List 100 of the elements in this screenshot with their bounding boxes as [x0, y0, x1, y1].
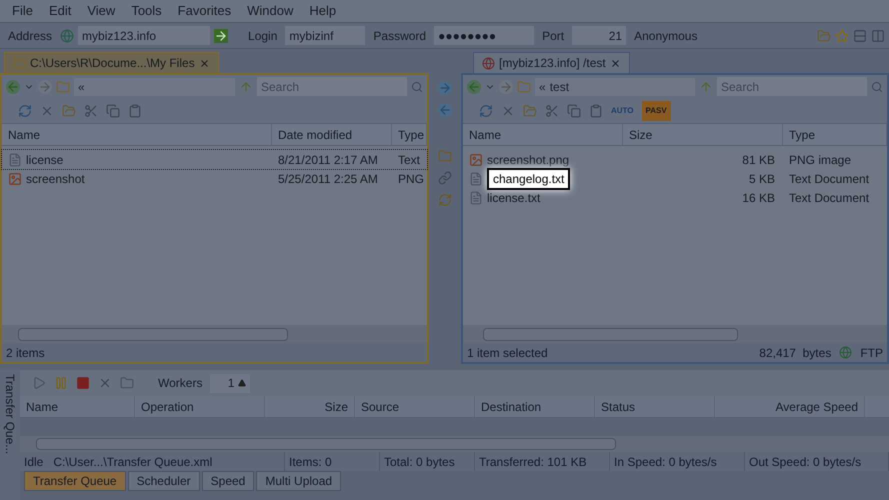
size-cell-text: 5 KB — [748, 170, 776, 188]
cut-button[interactable] — [84, 104, 98, 118]
address-field[interactable]: mybiz123.info — [78, 26, 210, 45]
path-field[interactable]: « — [74, 78, 235, 96]
size-cell-text: 81 KB — [741, 152, 776, 168]
close-icon[interactable] — [610, 58, 621, 68]
vertical-layout-button[interactable] — [871, 28, 885, 42]
file-name[interactable]: screenshot.png — [487, 150, 570, 168]
menu-item[interactable]: File — [12, 1, 33, 21]
globe-button[interactable] — [60, 28, 74, 42]
menu-item[interactable]: Tools — [131, 1, 162, 21]
stop-button[interactable] — [76, 376, 90, 390]
link-button[interactable] — [438, 171, 452, 185]
horizontal-scrollbar[interactable] — [36, 438, 616, 450]
type-cell-text: Text Document — [788, 190, 870, 206]
workers-spinner[interactable]: 1 — [210, 374, 250, 392]
column-header[interactable]: Status — [595, 396, 715, 417]
copy-button[interactable] — [106, 104, 120, 118]
search-icon[interactable] — [871, 80, 883, 92]
refresh-button[interactable] — [18, 104, 32, 118]
port-field[interactable]: 21 — [572, 26, 626, 45]
paste-button[interactable] — [128, 104, 142, 118]
password-field[interactable]: ●●●●●●●● — [434, 26, 534, 45]
address-label: Address — [7, 28, 54, 44]
column-header[interactable]: Destination — [475, 396, 595, 417]
folder-icon[interactable] — [517, 80, 531, 94]
download-button[interactable] — [438, 103, 452, 117]
type-cell-text: PNG — [397, 170, 426, 188]
date-cell-text: 8/21/2011 2:17 AM — [277, 152, 379, 168]
column-header[interactable]: Name — [2, 124, 272, 145]
file-name[interactable]: license — [26, 150, 64, 168]
search-icon[interactable] — [411, 80, 423, 92]
file-name[interactable]: screenshot — [26, 170, 85, 188]
menu-item[interactable]: Window — [247, 1, 294, 21]
column-header[interactable]: Average Speed — [715, 396, 865, 417]
column-header[interactable]: Name — [20, 396, 135, 417]
auto-button[interactable]: AUTO — [611, 104, 634, 116]
image-file-icon — [469, 152, 483, 166]
horizontal-layout-button[interactable] — [853, 28, 867, 42]
status-text: 1 item selected — [467, 344, 549, 362]
search-field[interactable]: Search — [257, 77, 407, 96]
size-cell-text: 16 KB — [741, 190, 776, 206]
column-header[interactable]: Type — [783, 124, 887, 145]
file-name[interactable]: changelog.txt — [487, 168, 570, 190]
folder-button[interactable] — [120, 376, 134, 390]
image-file-icon — [8, 172, 22, 186]
bottom-tab[interactable]: Transfer Queue — [24, 471, 126, 491]
go-button[interactable] — [214, 28, 228, 42]
favorites-button[interactable] — [835, 28, 849, 42]
refresh-button[interactable] — [479, 104, 493, 118]
text-file-icon — [8, 152, 22, 166]
text-file-icon — [469, 172, 483, 186]
open-folder-button[interactable] — [817, 28, 831, 42]
path-field[interactable]: « test — [535, 78, 695, 96]
up-folder-button[interactable] — [239, 80, 253, 94]
back-button[interactable] — [6, 80, 20, 94]
column-header[interactable]: Type — [392, 124, 427, 145]
globe-icon — [482, 56, 495, 70]
login-field[interactable]: mybizinf — [285, 26, 366, 45]
remove-button[interactable] — [98, 376, 112, 390]
file-name[interactable]: license.txt — [487, 188, 540, 206]
close-icon[interactable] — [198, 58, 210, 68]
forward-button[interactable] — [499, 80, 513, 94]
globe-icon — [839, 346, 852, 359]
sync-button[interactable] — [438, 193, 452, 207]
menu-item[interactable]: View — [87, 1, 116, 21]
column-header[interactable]: Operation — [135, 396, 265, 417]
bottom-tab[interactable]: Scheduler — [128, 471, 200, 491]
column-header[interactable]: Size — [265, 396, 355, 417]
cut-button[interactable] — [545, 104, 559, 118]
folder-icon[interactable] — [56, 80, 70, 94]
horizontal-scrollbar[interactable] — [18, 328, 288, 340]
back-button[interactable] — [467, 80, 481, 94]
pasv-button[interactable]: PASV — [642, 100, 671, 120]
local-tab[interactable]: C:\Users\R\Docume...\My Files — [4, 52, 219, 73]
workers-label: Workers — [158, 375, 202, 392]
horizontal-scrollbar[interactable] — [483, 328, 738, 340]
column-header[interactable]: Source — [355, 396, 475, 417]
pause-button[interactable] — [54, 376, 68, 390]
bottom-tab[interactable]: Multi Upload — [256, 471, 342, 491]
column-header[interactable]: Size — [623, 124, 783, 145]
up-folder-button[interactable] — [699, 80, 713, 94]
login-label: Login — [247, 28, 278, 44]
start-button[interactable] — [32, 376, 46, 390]
paste-button[interactable] — [589, 104, 603, 118]
anonymous-toggle[interactable]: Anonymous — [630, 26, 702, 44]
copy-button[interactable] — [567, 104, 581, 118]
new-folder-button[interactable] — [62, 104, 76, 118]
column-header[interactable]: Name — [463, 124, 623, 145]
search-field[interactable]: Search — [717, 77, 867, 96]
column-header[interactable]: Date modified — [272, 124, 392, 145]
upload-button[interactable] — [438, 81, 452, 95]
forward-button[interactable] — [38, 80, 52, 94]
menu-item[interactable]: Favorites — [178, 1, 232, 21]
menu-item[interactable]: Help — [309, 1, 336, 21]
menu-item[interactable]: Edit — [48, 1, 72, 21]
type-cell-text: Text Document — [788, 170, 870, 188]
bottom-tab[interactable]: Speed — [202, 471, 254, 491]
remote-tab[interactable]: [mybiz123.info] /test — [473, 52, 630, 73]
new-folder-button[interactable] — [523, 104, 537, 118]
